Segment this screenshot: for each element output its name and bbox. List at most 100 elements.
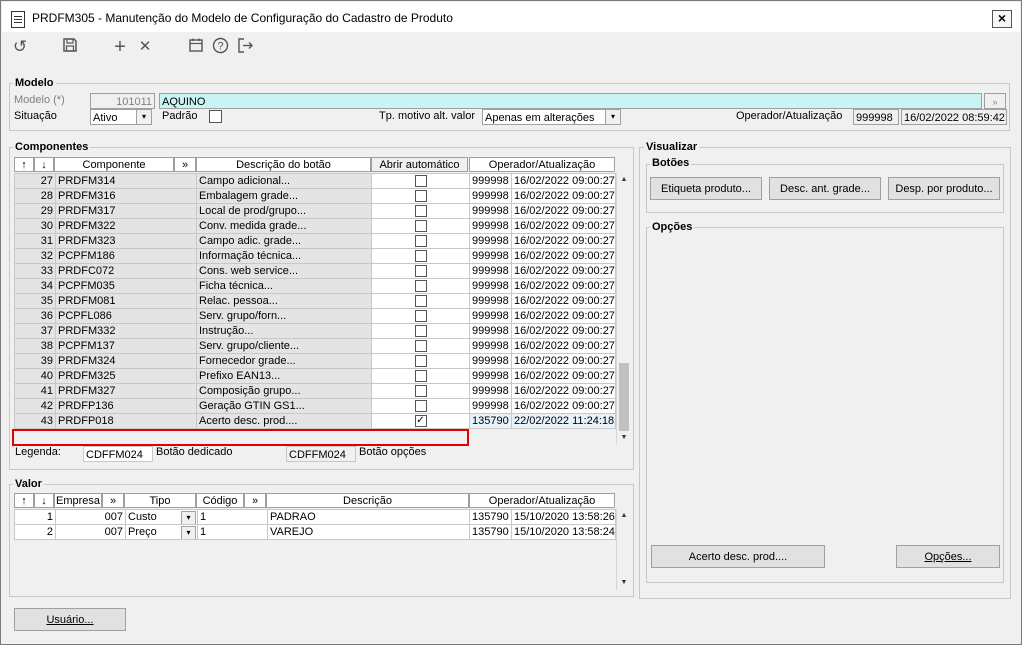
componente-more-button[interactable]: » bbox=[174, 157, 196, 172]
table-row[interactable]: 37 PRDFM332 Instrução... 999998 16/02/2022 0… bbox=[14, 323, 616, 339]
abrir-automatico-checkbox[interactable] bbox=[414, 280, 427, 293]
abrir-automatico-checkbox[interactable] bbox=[414, 175, 427, 188]
desc-ant-grade-button[interactable]: Desc. ant. grade... bbox=[769, 177, 881, 200]
scroll-down-icon[interactable]: ▼ bbox=[617, 431, 631, 445]
valor-scrollbar[interactable]: ▲ ▼ bbox=[616, 509, 631, 590]
sort-up-button[interactable]: ↑ bbox=[14, 157, 34, 172]
table-row[interactable]: 32 PCPFM186 Informação técnica... 999998 16/… bbox=[14, 248, 616, 264]
scroll-down-icon[interactable]: ▼ bbox=[617, 576, 631, 590]
acerto-desc-prod-button[interactable]: Acerto desc. prod.... bbox=[651, 545, 825, 568]
abrir-checkbox-cell[interactable] bbox=[371, 173, 470, 189]
scroll-thumb[interactable] bbox=[619, 363, 629, 431]
abrir-automatico-checkbox[interactable] bbox=[414, 325, 427, 338]
abrir-automatico-checkbox[interactable] bbox=[414, 355, 427, 368]
lookup-button[interactable]: » bbox=[984, 93, 1006, 109]
abrir-automatico-checkbox[interactable] bbox=[414, 340, 427, 353]
chevron-down-icon[interactable]: ▾ bbox=[181, 511, 196, 524]
abrir-automatico-checkbox[interactable] bbox=[414, 385, 427, 398]
save-icon[interactable] bbox=[60, 37, 80, 57]
abrir-automatico-checkbox[interactable]: ✓ bbox=[414, 415, 427, 428]
add-icon[interactable]: + bbox=[110, 37, 130, 57]
calendar-icon[interactable] bbox=[186, 37, 206, 57]
abrir-checkbox-cell[interactable] bbox=[371, 188, 470, 204]
abrir-checkbox-cell[interactable] bbox=[371, 323, 470, 339]
scroll-up-icon[interactable]: ▲ bbox=[617, 173, 631, 187]
abrir-checkbox-cell[interactable] bbox=[371, 233, 470, 249]
opcoes-button[interactable]: Opções... bbox=[896, 545, 1000, 568]
valor-operador-header[interactable]: Operador/Atualização bbox=[469, 493, 615, 508]
undo-icon[interactable]: ↺ bbox=[10, 37, 30, 57]
chevron-down-icon[interactable]: ▾ bbox=[181, 526, 196, 539]
table-row[interactable]: 40 PRDFM325 Prefixo EAN13... 999998 16/02/20… bbox=[14, 368, 616, 384]
abrir-automatico-checkbox[interactable] bbox=[414, 250, 427, 263]
descricao-header[interactable]: Descrição do botão bbox=[196, 157, 371, 172]
codigo-more-button[interactable]: » bbox=[244, 493, 266, 508]
table-row[interactable]: 1 007 Custo ▾ 1 PADRAO 135790 15/10/2020 13:58:… bbox=[14, 509, 616, 525]
abrir-automatico-checkbox[interactable] bbox=[414, 370, 427, 383]
desp-por-produto-button[interactable]: Desp. por produto... bbox=[888, 177, 1000, 200]
abrir-checkbox-cell[interactable] bbox=[371, 338, 470, 354]
tipo-header[interactable]: Tipo bbox=[124, 493, 196, 508]
abrir-automatico-checkbox[interactable] bbox=[414, 295, 427, 308]
abrir-checkbox-cell[interactable]: ✓ bbox=[371, 413, 470, 429]
modelo-name-field[interactable]: AQUINO bbox=[159, 93, 982, 109]
componentes-scrollbar[interactable]: ▲ ▼ bbox=[616, 173, 631, 445]
table-row[interactable]: 27 PRDFM314 Campo adicional... 999998 16/02/… bbox=[14, 173, 616, 189]
abrir-automatico-checkbox[interactable] bbox=[414, 265, 427, 278]
sort-down-button[interactable]: ↓ bbox=[34, 157, 54, 172]
table-row[interactable]: 31 PRDFM323 Campo adic. grade... 999998 16/0… bbox=[14, 233, 616, 249]
abrir-checkbox-cell[interactable] bbox=[371, 248, 470, 264]
delete-icon[interactable]: ✕ bbox=[135, 37, 155, 57]
table-row[interactable]: 34 PCPFM035 Ficha técnica... 999998 16/02/20… bbox=[14, 278, 616, 294]
table-row[interactable]: 30 PRDFM322 Conv. medida grade... 999998 16/… bbox=[14, 218, 616, 234]
descricao-cell: Informação técnica... bbox=[196, 248, 372, 264]
abrir-checkbox-cell[interactable] bbox=[371, 398, 470, 414]
abrir-checkbox-cell[interactable] bbox=[371, 203, 470, 219]
table-row[interactable]: 2 007 Preço ▾ 1 VAREJO 135790 15/10/2020 13:58:… bbox=[14, 524, 616, 540]
componente-header[interactable]: Componente bbox=[54, 157, 174, 172]
abrir-checkbox-cell[interactable] bbox=[371, 308, 470, 324]
tp-motivo-select[interactable]: Apenas em alterações ▾ bbox=[482, 109, 621, 125]
abrir-checkbox-cell[interactable] bbox=[371, 218, 470, 234]
table-row[interactable]: 41 PRDFM327 Composição grupo... 999998 16/02… bbox=[14, 383, 616, 399]
abrir-automatico-checkbox[interactable] bbox=[414, 310, 427, 323]
etiqueta-produto-button[interactable]: Etiqueta produto... bbox=[650, 177, 762, 200]
empresa-header[interactable]: Empresa bbox=[54, 493, 102, 508]
table-row[interactable]: 33 PRDFC072 Cons. web service... 999998 16/0… bbox=[14, 263, 616, 279]
abrir-checkbox-cell[interactable] bbox=[371, 383, 470, 399]
scroll-up-icon[interactable]: ▲ bbox=[617, 509, 631, 523]
abrir-automatico-checkbox[interactable] bbox=[414, 190, 427, 203]
table-row[interactable]: 29 PRDFM317 Local de prod/grupo... 999998 16… bbox=[14, 203, 616, 219]
operador-header[interactable]: Operador/Atualização bbox=[469, 157, 615, 172]
abrir-checkbox-cell[interactable] bbox=[371, 263, 470, 279]
table-row[interactable]: 43 PRDFP018 Acerto desc. prod.... ✓ 135790 22… bbox=[14, 413, 616, 429]
valor-sort-up-button[interactable]: ↑ bbox=[14, 493, 34, 508]
usuario-button[interactable]: Usuário... bbox=[14, 608, 126, 631]
table-row[interactable]: 35 PRDFM081 Relac. pessoa... 999998 16/02/20… bbox=[14, 293, 616, 309]
abrir-checkbox-cell[interactable] bbox=[371, 368, 470, 384]
empresa-more-button[interactable]: » bbox=[102, 493, 124, 508]
padrao-checkbox[interactable] bbox=[209, 110, 222, 123]
abrir-checkbox-cell[interactable] bbox=[371, 278, 470, 294]
table-row[interactable]: 39 PRDFM324 Fornecedor grade... 999998 16/02… bbox=[14, 353, 616, 369]
tipo-cell[interactable]: Preço ▾ bbox=[125, 524, 198, 540]
table-row[interactable]: 36 PCPFL086 Serv. grupo/forn... 999998 16/02… bbox=[14, 308, 616, 324]
abrir-automatico-checkbox[interactable] bbox=[414, 235, 427, 248]
close-button[interactable]: × bbox=[992, 10, 1012, 28]
help-icon[interactable]: ? bbox=[210, 37, 230, 57]
abrir-automatico-checkbox[interactable] bbox=[414, 220, 427, 233]
abrir-automatico-checkbox[interactable] bbox=[414, 400, 427, 413]
valor-descricao-header[interactable]: Descrição bbox=[266, 493, 469, 508]
codigo-header[interactable]: Código bbox=[196, 493, 244, 508]
abrir-header[interactable]: Abrir automático bbox=[371, 157, 468, 172]
abrir-checkbox-cell[interactable] bbox=[371, 293, 470, 309]
table-row[interactable]: 42 PRDFP136 Geração GTIN GS1... 999998 16/02… bbox=[14, 398, 616, 414]
abrir-automatico-checkbox[interactable] bbox=[414, 205, 427, 218]
abrir-checkbox-cell[interactable] bbox=[371, 353, 470, 369]
valor-sort-down-button[interactable]: ↓ bbox=[34, 493, 54, 508]
situacao-select[interactable]: Ativo ▾ bbox=[90, 109, 152, 125]
exit-icon[interactable] bbox=[235, 37, 255, 57]
table-row[interactable]: 38 PCPFM137 Serv. grupo/cliente... 999998 16… bbox=[14, 338, 616, 354]
tipo-cell[interactable]: Custo ▾ bbox=[125, 509, 198, 525]
table-row[interactable]: 28 PRDFM316 Embalagem grade... 999998 16/02/… bbox=[14, 188, 616, 204]
